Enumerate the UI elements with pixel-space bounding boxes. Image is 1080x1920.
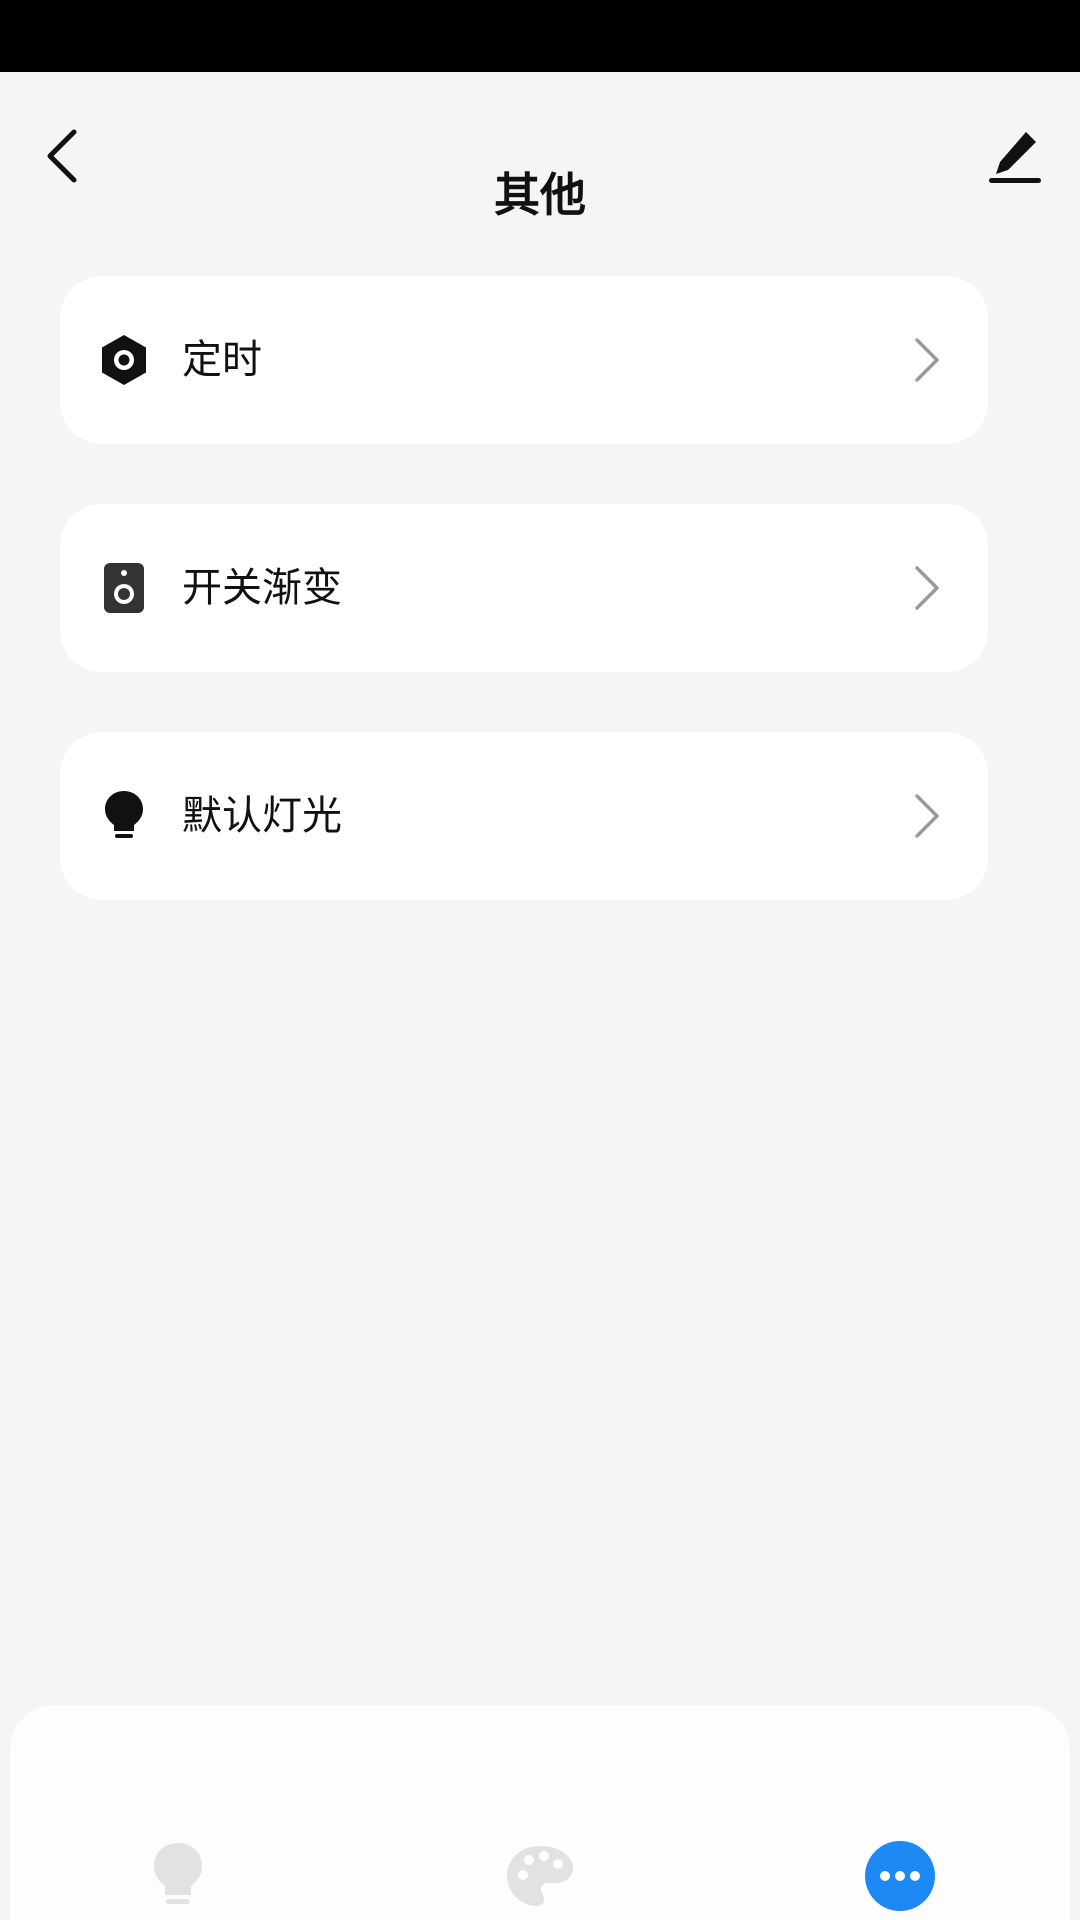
lightbulb-icon [154, 1843, 202, 1904]
menu-item-fade[interactable]: 开关渐变 [60, 504, 988, 672]
edit-button[interactable] [980, 118, 1052, 194]
menu-item-label: 开关渐变 [182, 565, 342, 611]
tab-more[interactable] [862, 1838, 938, 1914]
screen: 其他 定时 开关渐变 默认灯光 [0, 0, 1080, 1920]
speaker-icon [98, 562, 150, 614]
chevron-right-icon [908, 562, 944, 614]
menu-item-timer[interactable]: 定时 [60, 276, 988, 444]
pencil-icon [989, 132, 1041, 183]
lightbulb-icon [98, 790, 150, 842]
chevron-right-icon [908, 334, 944, 386]
chevron-right-icon [908, 790, 944, 842]
page-title: 其他 [494, 168, 586, 222]
palette-icon [507, 1846, 573, 1906]
menu-item-label: 定时 [182, 337, 262, 383]
menu-item-default-light[interactable]: 默认灯光 [60, 732, 988, 900]
hexagon-nut-icon [98, 334, 150, 386]
status-bar [0, 0, 1080, 72]
tab-palette[interactable] [502, 1838, 578, 1914]
more-dots-icon [865, 1841, 935, 1911]
tab-light[interactable] [140, 1838, 216, 1914]
menu-item-label: 默认灯光 [182, 793, 342, 839]
